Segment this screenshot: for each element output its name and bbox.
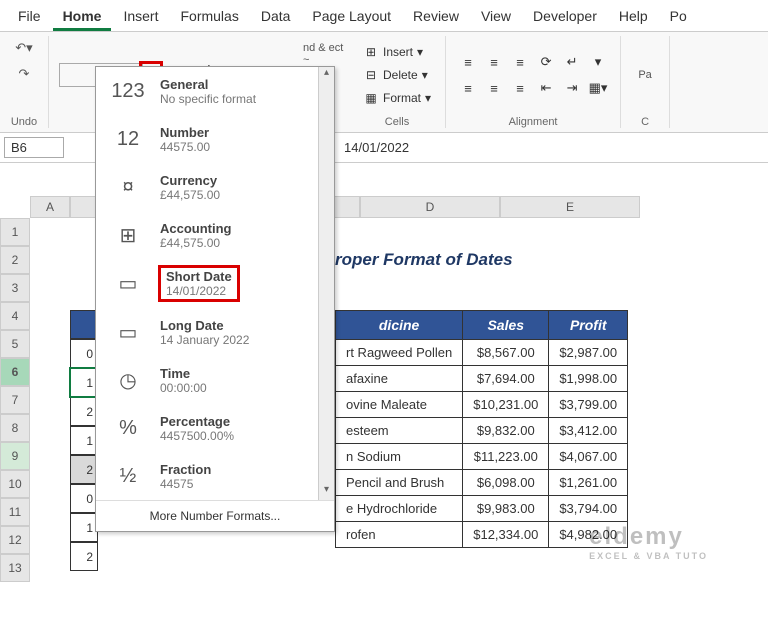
table-cell[interactable]: afaxine: [336, 366, 463, 392]
table-cell[interactable]: $8,567.00: [463, 340, 549, 366]
tab-home[interactable]: Home: [53, 4, 112, 31]
table-cell[interactable]: e Hydrochloride: [336, 496, 463, 522]
sheet-title: roper Format of Dates: [335, 250, 513, 270]
table-cell[interactable]: $10,231.00: [463, 392, 549, 418]
table-cell[interactable]: $3,794.00: [549, 496, 628, 522]
data-table: dicineSalesProfit rt Ragweed Pollen$8,56…: [335, 310, 628, 548]
col-header-A[interactable]: A: [30, 196, 70, 218]
paste-icon[interactable]: Pa: [631, 63, 659, 87]
table-row[interactable]: esteem$9,832.00$3,412.00: [336, 418, 628, 444]
col-header-E[interactable]: E: [500, 196, 640, 218]
table-cell[interactable]: $7,694.00: [463, 366, 549, 392]
format-option-long-date[interactable]: ▭Long Date14 January 2022: [96, 308, 318, 356]
format-option-percentage[interactable]: %Percentage4457500.00%: [96, 404, 318, 452]
row-header-13[interactable]: 13: [0, 554, 30, 582]
format-option-general[interactable]: 123GeneralNo specific format: [96, 67, 318, 115]
table-cell[interactable]: rt Ragweed Pollen: [336, 340, 463, 366]
table-cell[interactable]: $12,334.00: [463, 522, 549, 548]
tab-help[interactable]: Help: [609, 4, 658, 31]
table-cell[interactable]: rofen: [336, 522, 463, 548]
table-cell[interactable]: $2,987.00: [549, 340, 628, 366]
watermark: eldemy EXCEL & VBA TUTO: [589, 523, 708, 561]
row-header-10[interactable]: 10: [0, 470, 30, 498]
row-header-5[interactable]: 5: [0, 330, 30, 358]
left-cell[interactable]: 2: [70, 397, 98, 426]
table-row[interactable]: n Sodium$11,223.00$4,067.00: [336, 444, 628, 470]
row-header-4[interactable]: 4: [0, 302, 30, 330]
row-header-9[interactable]: 9: [0, 442, 30, 470]
group-label-undo: Undo: [10, 114, 38, 128]
left-cell[interactable]: 1: [70, 368, 98, 397]
undo-icon[interactable]: ↶▾: [10, 36, 38, 60]
table-header: Profit: [549, 311, 628, 340]
format-option-number[interactable]: 12Number44575.00: [96, 115, 318, 163]
tab-insert[interactable]: Insert: [113, 4, 168, 31]
format-option-time[interactable]: ◷Time00:00:00: [96, 356, 318, 404]
table-row[interactable]: e Hydrochloride$9,983.00$3,794.00: [336, 496, 628, 522]
format-option-fraction[interactable]: ½Fraction44575: [96, 452, 318, 500]
table-cell[interactable]: $1,998.00: [549, 366, 628, 392]
table-cell[interactable]: ovine Maleate: [336, 392, 463, 418]
tab-review[interactable]: Review: [403, 4, 469, 31]
format-option-short-date[interactable]: ▭Short Date14/01/2022: [96, 259, 318, 308]
table-row[interactable]: Pencil and Brush$6,098.00$1,261.00: [336, 470, 628, 496]
table-cell[interactable]: Pencil and Brush: [336, 470, 463, 496]
row-header-1[interactable]: 1: [0, 218, 30, 246]
format-option-accounting[interactable]: ⊞Accounting£44,575.00: [96, 211, 318, 259]
row-header-6[interactable]: 6: [0, 358, 30, 386]
number-format-dropdown-menu: 123GeneralNo specific format12Number4457…: [95, 66, 335, 532]
tab-page layout[interactable]: Page Layout: [302, 4, 401, 31]
alignment-grid[interactable]: ≡≡≡⟳↵▾ ≡≡≡⇤⇥▦▾: [456, 50, 610, 100]
tab-data[interactable]: Data: [251, 4, 301, 31]
name-box[interactable]: B6: [4, 137, 64, 158]
row-header-11[interactable]: 11: [0, 498, 30, 526]
insert-cells-button[interactable]: ⊞Insert ▾: [359, 41, 435, 63]
group-label-alignment: Alignment: [456, 114, 610, 128]
table-cell[interactable]: $4,067.00: [549, 444, 628, 470]
table-cell[interactable]: $11,223.00: [463, 444, 549, 470]
table-row[interactable]: rofen$12,334.00$4,982.00: [336, 522, 628, 548]
table-header: Sales: [463, 311, 549, 340]
table-header: dicine: [336, 311, 463, 340]
row-header-8[interactable]: 8: [0, 414, 30, 442]
left-cell[interactable]: 2: [70, 455, 98, 484]
dropdown-scrollbar[interactable]: ▴▾: [318, 67, 334, 500]
col-header-D[interactable]: D: [360, 196, 500, 218]
table-row[interactable]: ovine Maleate$10,231.00$3,799.00: [336, 392, 628, 418]
redo-icon[interactable]: ↷: [10, 62, 38, 86]
tab-developer[interactable]: Developer: [523, 4, 607, 31]
row-header-7[interactable]: 7: [0, 386, 30, 414]
tab-view[interactable]: View: [471, 4, 521, 31]
left-cell[interactable]: 1: [70, 426, 98, 455]
tab-formulas[interactable]: Formulas: [170, 4, 248, 31]
left-cell[interactable]: 2: [70, 542, 98, 571]
table-cell[interactable]: $3,412.00: [549, 418, 628, 444]
table-cell[interactable]: $9,983.00: [463, 496, 549, 522]
table-cell[interactable]: esteem: [336, 418, 463, 444]
table-cell[interactable]: $1,261.00: [549, 470, 628, 496]
more-number-formats[interactable]: More Number Formats...: [96, 500, 334, 531]
format-option-currency[interactable]: ¤Currency£44,575.00: [96, 163, 318, 211]
format-cells-button[interactable]: ▦Format ▾: [359, 87, 435, 109]
row-header-3[interactable]: 3: [0, 274, 30, 302]
table-row[interactable]: afaxine$7,694.00$1,998.00: [336, 366, 628, 392]
left-cell[interactable]: 0: [70, 339, 98, 368]
formula-bar[interactable]: 14/01/2022: [334, 138, 419, 157]
table-cell[interactable]: $3,799.00: [549, 392, 628, 418]
table-cell[interactable]: $9,832.00: [463, 418, 549, 444]
left-cell[interactable]: 1: [70, 513, 98, 542]
delete-cells-button[interactable]: ⊟Delete ▾: [359, 64, 435, 86]
tab-file[interactable]: File: [8, 4, 51, 31]
tab-po[interactable]: Po: [660, 4, 697, 31]
row-header-2[interactable]: 2: [0, 246, 30, 274]
table-cell[interactable]: $6,098.00: [463, 470, 549, 496]
table-row[interactable]: rt Ragweed Pollen$8,567.00$2,987.00: [336, 340, 628, 366]
left-col-header: [70, 310, 98, 339]
group-label-cells: Cells: [359, 114, 435, 128]
row-header-12[interactable]: 12: [0, 526, 30, 554]
group-label-c: C: [631, 114, 659, 128]
left-cell[interactable]: 0: [70, 484, 98, 513]
table-cell[interactable]: n Sodium: [336, 444, 463, 470]
